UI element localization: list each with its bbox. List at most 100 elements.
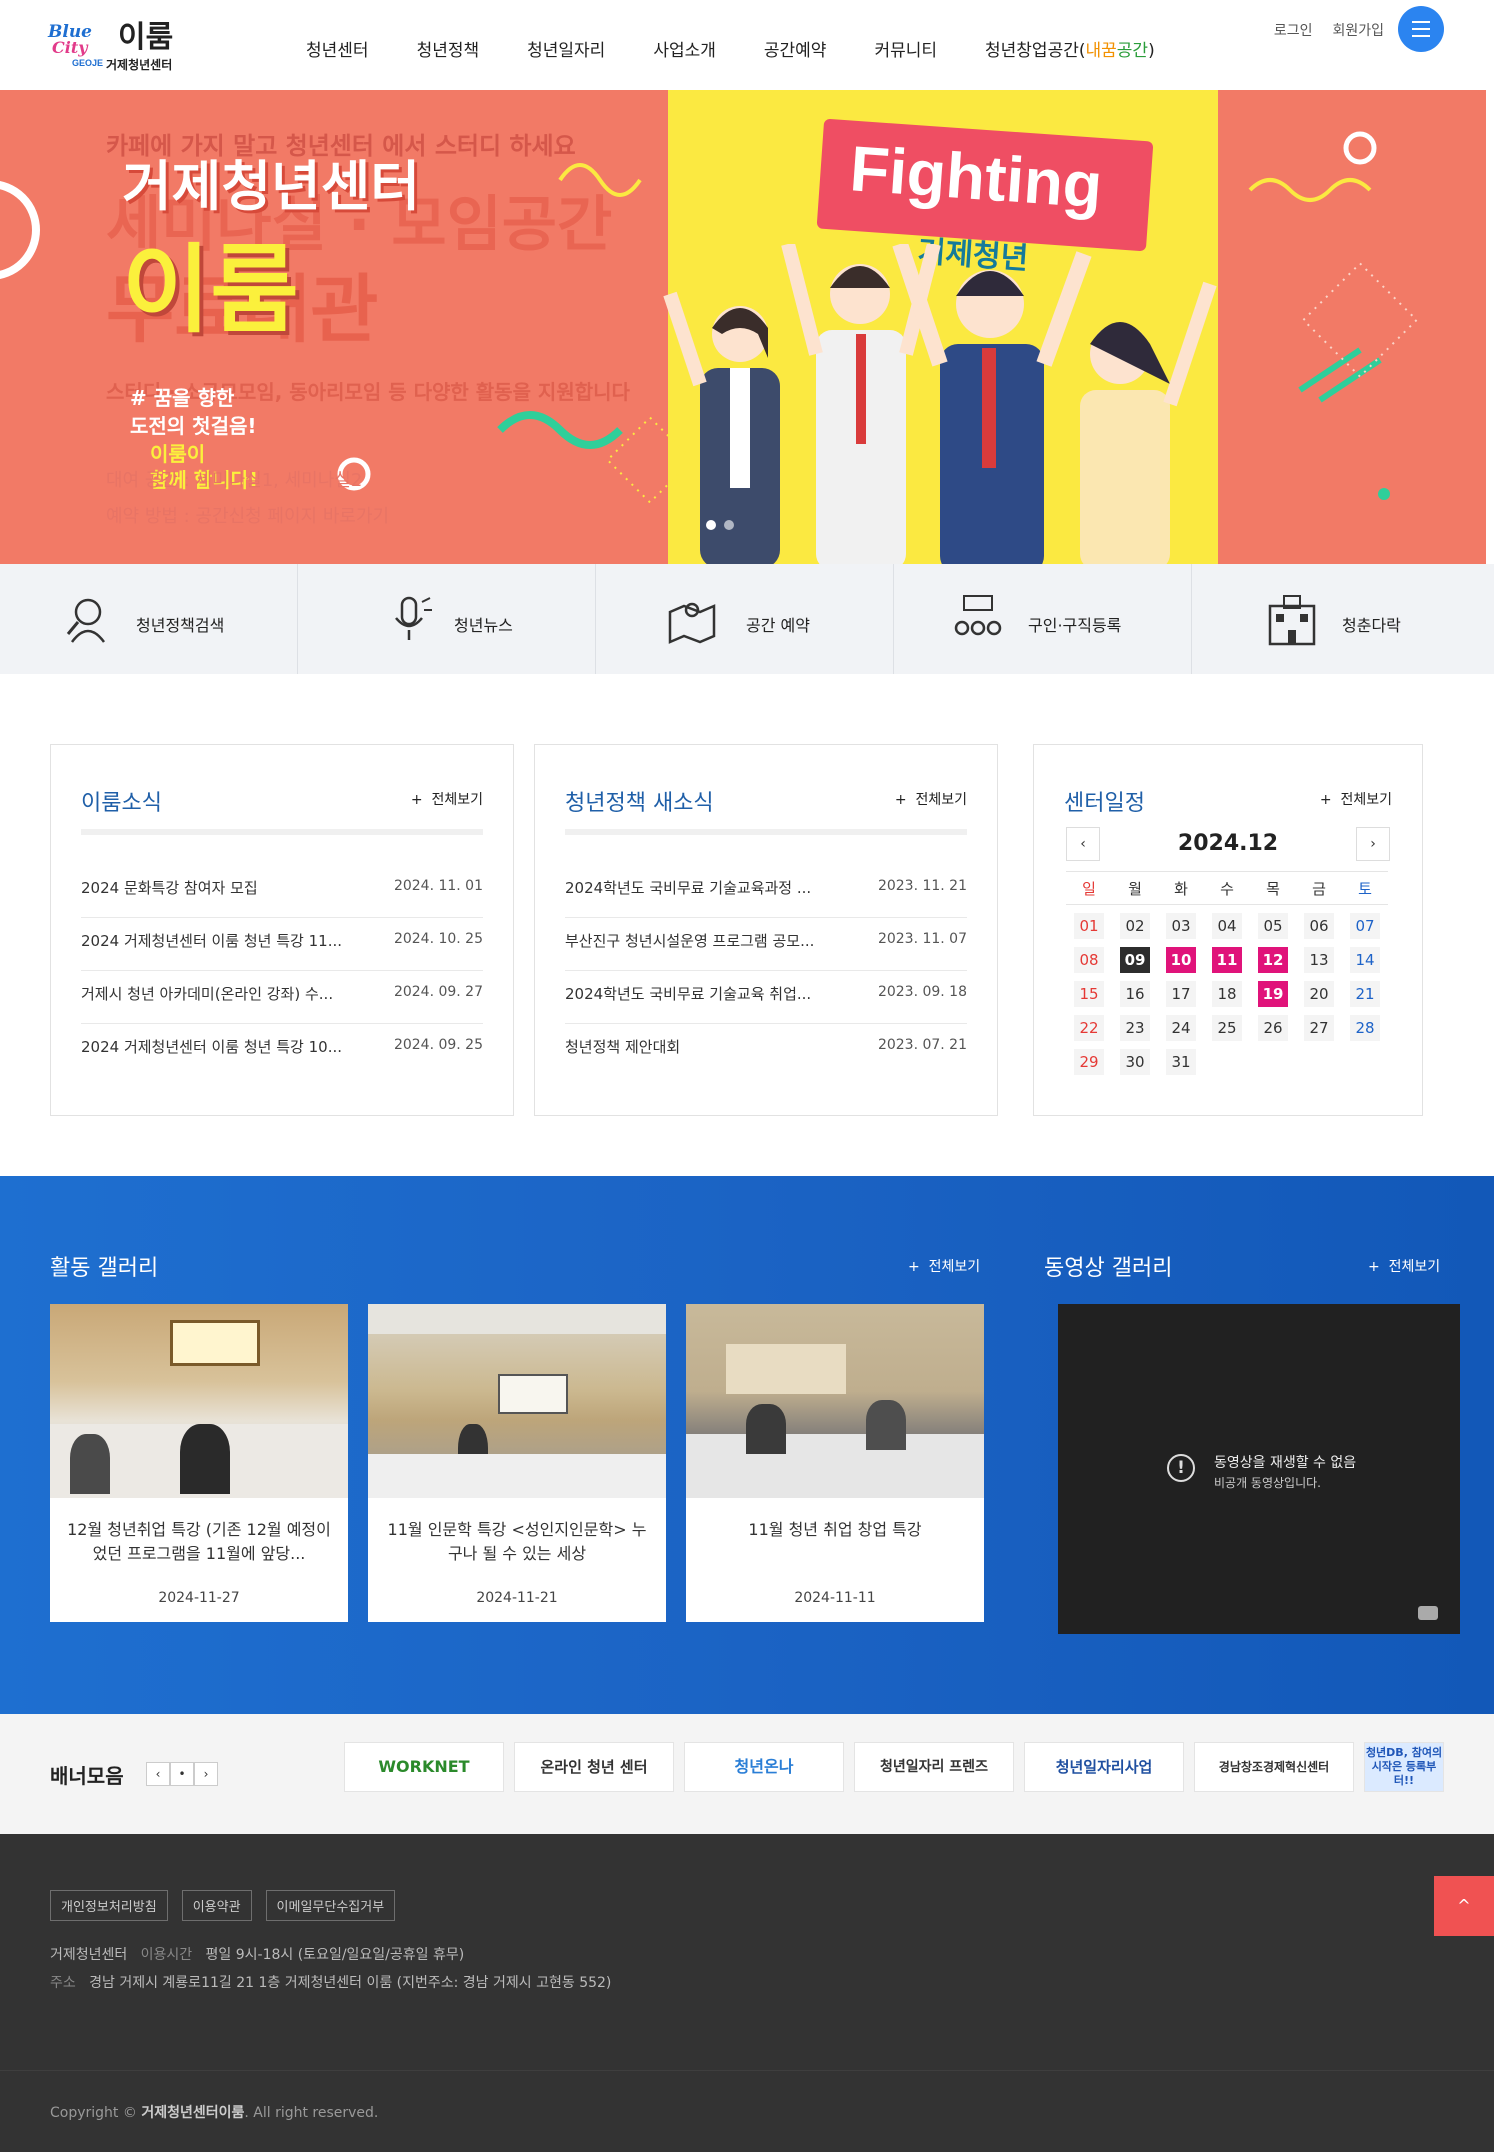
banner-gyeongnam-cci[interactable]: 경남창조경제혁신센터 (1194, 1742, 1354, 1792)
nav-space-booking[interactable]: 공간예약 (740, 36, 851, 61)
youtube-icon[interactable] (1418, 1606, 1438, 1620)
banner-online-youth-center[interactable]: 온라인 청년 센터 (514, 1742, 674, 1792)
calendar-day-cell[interactable]: 02 (1112, 909, 1158, 943)
title-underline (565, 829, 967, 835)
iroom-news-list: 2024 문화특강 참여자 모집 2024. 11. 01 2024 거제청년센터… (81, 865, 483, 1077)
calendar-day-cell[interactable]: 27 (1296, 1011, 1342, 1045)
banner-pause-button[interactable]: • (170, 1762, 194, 1786)
calendar-day-cell[interactable]: 13 (1296, 943, 1342, 977)
calendar-day-cell[interactable]: 21 (1342, 977, 1388, 1011)
video-gallery-more[interactable]: + 전체보기 (1368, 1256, 1440, 1276)
calendar-day: 23 (1120, 1015, 1150, 1041)
hamburger-icon[interactable] (1398, 6, 1444, 52)
nav-youth-jobs[interactable]: 청년일자리 (503, 36, 629, 61)
gallery-card[interactable]: 12월 청년취업 특강 (기존 12월 예정이었던 프로그램을 11월에 앞당.… (50, 1304, 348, 1622)
more-label: 전체보기 (431, 792, 483, 808)
calendar-day-cell[interactable]: 04 (1204, 909, 1250, 943)
banner-next-button[interactable]: › (194, 1762, 218, 1786)
banner-youth-jobs-project[interactable]: 청년일자리사업 (1024, 1742, 1184, 1792)
microphone-icon (395, 596, 432, 640)
calendar-day-cell[interactable]: 07 (1342, 909, 1388, 943)
calendar-week: 08 09 10 11 12 13 14 (1066, 943, 1388, 977)
nav-business[interactable]: 사업소개 (629, 36, 740, 61)
banner-youth-db[interactable]: 청년DB, 참여의 시작은 등록부터!! (1364, 1742, 1444, 1792)
calendar-day-cell[interactable]: 22 (1066, 1011, 1112, 1045)
terms-link[interactable]: 이용약관 (181, 1890, 252, 1921)
activity-gallery-more[interactable]: + 전체보기 (908, 1256, 980, 1276)
site-logo[interactable]: Blue City GEOJE 이룸 거제청년센터 (48, 20, 178, 73)
calendar-day-cell[interactable]: 16 (1112, 977, 1158, 1011)
gallery-card-date: 2024-11-21 (476, 1590, 558, 1606)
center-schedule-box: 센터일정 + 전체보기 2024.12 ‹ › 일 월 화 수 목 금 토 01… (1033, 744, 1423, 1116)
iroom-news-more[interactable]: + 전체보기 (411, 789, 483, 809)
schedule-more[interactable]: + 전체보기 (1320, 789, 1392, 809)
quick-job-register[interactable]: 구인·구직등록 (894, 564, 1192, 674)
hero-ghost-line-5: 대여 공간 : 세미나실1, 세미나실2 (106, 470, 363, 491)
calendar-day-cell[interactable]: 15 (1066, 977, 1112, 1011)
more-label: 전체보기 (915, 792, 967, 808)
list-item[interactable]: 청년정책 제안대회 2023. 07. 21 (565, 1024, 967, 1077)
calendar-day-cell[interactable]: 08 (1066, 943, 1112, 977)
quick-space-booking[interactable]: 공간 예약 (596, 564, 894, 674)
calendar-day-cell[interactable]: 14 (1342, 943, 1388, 977)
list-item[interactable]: 2024학년도 국비무료 기술교육 취업... 2023. 09. 18 (565, 971, 967, 1024)
calendar-day-cell[interactable]: 12 (1250, 943, 1296, 977)
slide-indicator-1[interactable] (706, 520, 716, 530)
calendar-day-cell[interactable]: 28 (1342, 1011, 1388, 1045)
nav-youth-center[interactable]: 청년센터 (282, 36, 393, 61)
calendar-day-cell[interactable]: 20 (1296, 977, 1342, 1011)
email-refusal-link[interactable]: 이메일무단수집거부 (265, 1890, 396, 1921)
calendar-day-cell[interactable]: 19 (1250, 977, 1296, 1011)
list-item[interactable]: 부산진구 청년시설운영 프로그램 공모... 2023. 11. 07 (565, 918, 967, 971)
list-item[interactable]: 2024 거제청년센터 이룸 청년 특강 11... 2024. 10. 25 (81, 918, 483, 971)
banner-youth-onna[interactable]: 청년온나 (684, 1742, 844, 1792)
calendar-day-cell[interactable]: 01 (1066, 909, 1112, 943)
quick-cheongchun-darak[interactable]: 청춘다락 (1192, 564, 1490, 674)
calendar-day-cell[interactable]: 17 (1158, 977, 1204, 1011)
calendar-week: 01 02 03 04 05 06 07 (1066, 909, 1388, 943)
calendar-next-button[interactable]: › (1356, 827, 1390, 861)
calendar-day-cell[interactable]: 25 (1204, 1011, 1250, 1045)
calendar-day-cell[interactable]: 05 (1250, 909, 1296, 943)
calendar-day: 17 (1166, 981, 1196, 1007)
calendar-day-cell[interactable]: 24 (1158, 1011, 1204, 1045)
calendar-days: 01 02 03 04 05 06 07 08 09 10 11 12 13 14 15 16 17 18 19 20… (1066, 905, 1388, 1079)
list-item[interactable]: 2024학년도 국비무료 기술교육과정 ... 2023. 11. 21 (565, 865, 967, 918)
calendar-day: 16 (1120, 981, 1150, 1007)
calendar-day-cell[interactable]: 31 (1158, 1045, 1204, 1079)
nav-startup-space[interactable]: 청년창업공간(내꿈공간) (961, 36, 1179, 61)
hero-banner[interactable]: 카페에 가지 말고 청년센터 에서 스터디 하세요 세미나실 · 모임공간 무료… (0, 90, 1486, 564)
calendar-day-cell[interactable]: 18 (1204, 977, 1250, 1011)
calendar-day: 24 (1166, 1015, 1196, 1041)
calendar-day-cell[interactable]: 23 (1112, 1011, 1158, 1045)
banner-prev-button[interactable]: ‹ (146, 1762, 170, 1786)
calendar-day-cell[interactable]: 06 (1296, 909, 1342, 943)
nav-community[interactable]: 커뮤니티 (850, 36, 961, 61)
calendar-prev-button[interactable]: ‹ (1066, 827, 1100, 861)
gallery-card[interactable]: 11월 청년 취업 창업 특강 2024-11-11 (686, 1304, 984, 1622)
banner-worknet[interactable]: WORKNET (344, 1742, 504, 1792)
video-player[interactable]: ! 동영상을 재생할 수 없음 비공개 동영상입니다. (1058, 1304, 1460, 1634)
calendar-day-cell[interactable]: 29 (1066, 1045, 1112, 1079)
nav-youth-policy[interactable]: 청년정책 (393, 36, 504, 61)
policy-news-more[interactable]: + 전체보기 (895, 789, 967, 809)
quick-label: 구인·구직등록 (1028, 616, 1122, 635)
calendar-day-cell[interactable]: 26 (1250, 1011, 1296, 1045)
calendar-day-cell[interactable]: 10 (1158, 943, 1204, 977)
quick-youth-news[interactable]: 청년뉴스 (298, 564, 596, 674)
scroll-top-button[interactable]: ^ (1434, 1876, 1494, 1936)
login-link[interactable]: 로그인 (1274, 20, 1313, 40)
banner-youth-jobs-friends[interactable]: 청년일자리 프렌즈 (854, 1742, 1014, 1792)
gallery-card[interactable]: 11월 인문학 특강 <성인지인문학> 누구나 될 수 있는 세상 2024-1… (368, 1304, 666, 1622)
calendar-day-cell[interactable]: 11 (1204, 943, 1250, 977)
join-link[interactable]: 회원가입 (1332, 20, 1384, 40)
list-item[interactable]: 2024 거제청년센터 이룸 청년 특강 10... 2024. 09. 25 (81, 1024, 483, 1077)
calendar-day-cell[interactable]: 03 (1158, 909, 1204, 943)
privacy-policy-link[interactable]: 개인정보처리방침 (50, 1890, 168, 1921)
calendar-day-cell[interactable]: 30 (1112, 1045, 1158, 1079)
list-item[interactable]: 2024 문화특강 참여자 모집 2024. 11. 01 (81, 865, 483, 918)
quick-policy-search[interactable]: 청년정책검색 (0, 564, 298, 674)
slide-indicator-2[interactable] (724, 520, 734, 530)
list-item[interactable]: 거제시 청년 아카데미(온라인 강좌) 수... 2024. 09. 27 (81, 971, 483, 1024)
calendar-day-cell[interactable]: 09 (1112, 943, 1158, 977)
